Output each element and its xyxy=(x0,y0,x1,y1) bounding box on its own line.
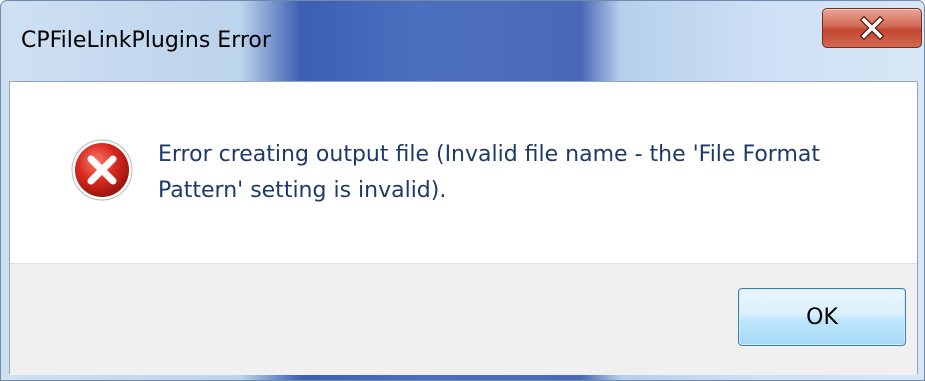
close-icon xyxy=(823,9,921,47)
close-button[interactable] xyxy=(822,8,922,48)
title-bar[interactable]: CPFileLinkPlugins Error xyxy=(1,1,924,81)
message-area: Error creating output file (Invalid file… xyxy=(10,82,917,263)
button-bar: OK xyxy=(10,263,917,375)
dialog-body: Error creating output file (Invalid file… xyxy=(9,81,918,375)
window-title: CPFileLinkPlugins Error xyxy=(21,28,271,53)
ok-button[interactable]: OK xyxy=(738,288,906,346)
error-icon xyxy=(70,138,134,202)
dialog-window: CPFileLinkPlugins Error Error creating o… xyxy=(0,0,925,381)
error-message: Error creating output file (Invalid file… xyxy=(158,142,820,203)
